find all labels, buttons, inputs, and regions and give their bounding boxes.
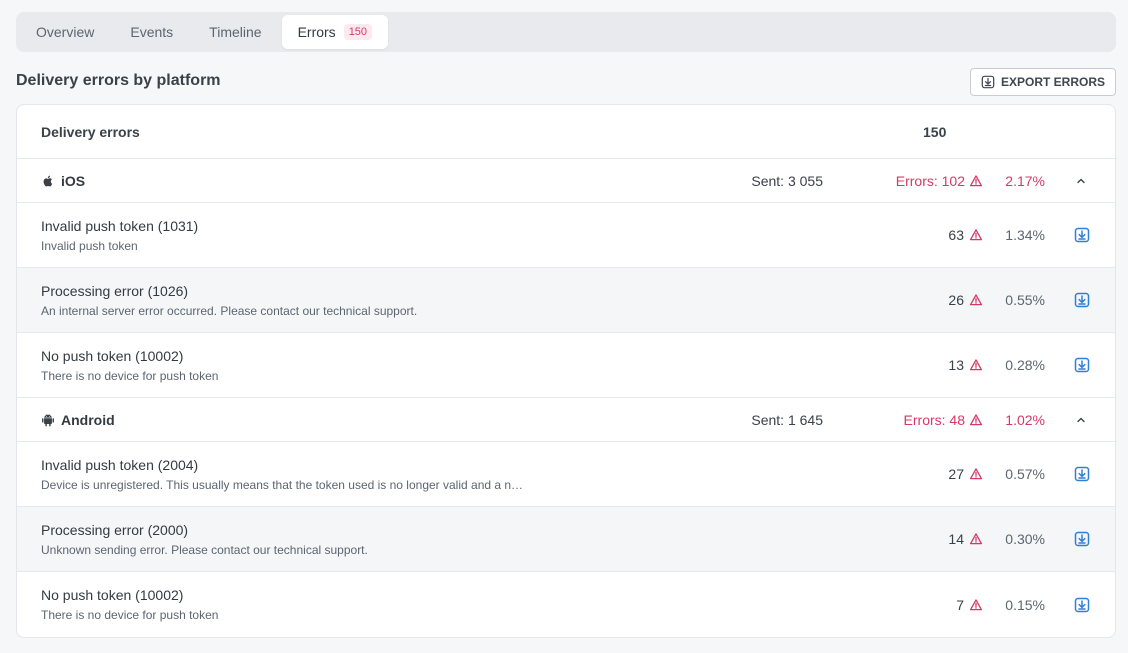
section-title: Delivery errors by platform: [16, 72, 221, 89]
tab-label: Timeline: [209, 24, 262, 40]
error-count-value: 26: [948, 292, 964, 308]
warning-icon: [969, 533, 983, 545]
warning-icon: [969, 359, 983, 371]
download-icon[interactable]: [1074, 292, 1090, 308]
error-row: No push token (10002) There is no device …: [17, 572, 1115, 637]
error-count-value: 63: [948, 227, 964, 243]
tab-timeline[interactable]: Timeline: [193, 15, 277, 49]
error-count: 13: [948, 333, 983, 397]
download-icon: [981, 75, 995, 89]
errors-percent: 2.17%: [1005, 172, 1045, 189]
errors-total: Errors: 102: [896, 173, 983, 189]
tab-errors[interactable]: Errors 150: [281, 15, 389, 49]
tab-overview[interactable]: Overview: [20, 15, 110, 49]
download-icon[interactable]: [1074, 531, 1090, 547]
error-count-value: 14: [948, 531, 964, 547]
tab-bar: Overview Events Timeline Errors 150: [16, 12, 1116, 52]
delivery-errors-table: Delivery errors 150 iOS Sent: 3 055 Errors…: [16, 104, 1116, 638]
error-row: Invalid push token (2004) Device is unreg…: [17, 442, 1115, 507]
chevron-up-icon[interactable]: [1075, 414, 1087, 426]
error-count: 26: [948, 268, 983, 332]
error-percent: 0.55%: [1005, 292, 1045, 308]
export-errors-label: EXPORT ERRORS: [1000, 75, 1105, 89]
error-count: 63: [948, 203, 983, 267]
error-row: Processing error (1026) An internal serve…: [17, 268, 1115, 333]
errors-count-badge: 150: [343, 24, 373, 40]
tab-label: Events: [130, 24, 174, 40]
summary-label: Delivery errors: [41, 123, 140, 140]
errors-total: Errors: 48: [904, 412, 983, 428]
error-count-value: 13: [948, 357, 964, 373]
apple-icon: [43, 175, 53, 186]
platform-name: Android: [41, 412, 115, 428]
platform-name: iOS: [41, 173, 85, 189]
error-percent: 0.28%: [1005, 357, 1045, 373]
chevron-up-icon[interactable]: [1075, 175, 1087, 187]
error-description: There is no device for push token: [41, 608, 219, 622]
platform-label: iOS: [61, 172, 86, 189]
errors-percent: 1.02%: [1005, 411, 1045, 428]
warning-icon: [969, 229, 983, 241]
platform-row-android[interactable]: Android Sent: 1 645 Errors: 48 1.02%: [17, 398, 1115, 442]
export-errors-button[interactable]: EXPORT ERRORS: [969, 68, 1116, 96]
warning-icon: [969, 468, 983, 480]
warning-icon: [969, 598, 983, 610]
download-icon[interactable]: [1074, 227, 1090, 243]
android-icon: [42, 413, 54, 426]
error-row: Invalid push token (1031) Invalid push to…: [17, 203, 1115, 268]
warning-icon: [969, 174, 983, 186]
error-count: 27: [948, 442, 983, 506]
tab-label: Errors: [297, 24, 336, 40]
download-icon[interactable]: [1074, 597, 1090, 613]
warning-icon: [969, 294, 983, 306]
tab-events[interactable]: Events: [114, 15, 189, 49]
error-count-value: 27: [948, 466, 964, 482]
error-row: No push token (10002) There is no device …: [17, 333, 1115, 398]
download-icon[interactable]: [1074, 466, 1090, 482]
sent-count: Sent: 1 645: [751, 411, 823, 428]
error-percent: 0.30%: [1005, 531, 1045, 547]
download-icon[interactable]: [1074, 357, 1090, 373]
errors-total-label: Errors: 48: [903, 411, 965, 428]
error-percent: 0.15%: [1005, 596, 1045, 613]
error-count: 14: [948, 507, 983, 571]
error-count: 7: [956, 572, 983, 637]
error-row: Processing error (2000) Unknown sending e…: [17, 507, 1115, 572]
error-percent: 1.34%: [1005, 227, 1045, 243]
warning-icon: [969, 413, 983, 425]
platform-label: Android: [61, 411, 115, 428]
error-title: No push token (10002): [41, 587, 184, 603]
errors-total-label: Errors: 102: [895, 172, 965, 189]
tab-label: Overview: [36, 24, 95, 40]
summary-total: 150: [923, 123, 947, 140]
error-percent: 0.57%: [1005, 466, 1045, 482]
sent-count: Sent: 3 055: [751, 172, 823, 189]
error-count-value: 7: [956, 596, 964, 613]
summary-row: Delivery errors 150: [17, 105, 1115, 159]
platform-row-ios[interactable]: iOS Sent: 3 055 Errors: 102 2.17%: [17, 159, 1115, 203]
